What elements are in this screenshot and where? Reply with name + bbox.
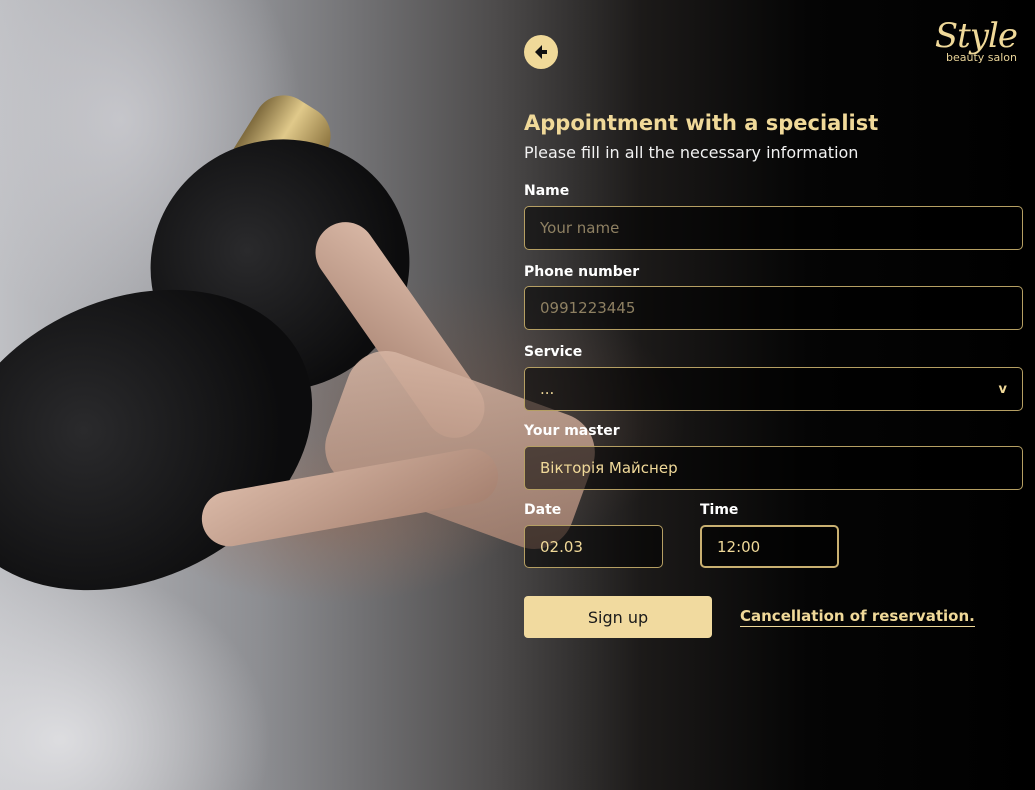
- master-label: Your master: [524, 423, 620, 439]
- cancel-reservation-link[interactable]: Cancellation of reservation.: [740, 606, 975, 627]
- time-label: Time: [700, 502, 739, 518]
- back-button[interactable]: [524, 35, 558, 69]
- time-input[interactable]: 12:00: [700, 525, 839, 568]
- name-label: Name: [524, 183, 570, 199]
- brand-logo: Style beauty salon: [934, 16, 1018, 64]
- brand-tagline: beauty salon: [945, 51, 1017, 64]
- master-input[interactable]: Вікторія Майснер: [524, 446, 1023, 490]
- service-select[interactable]: ... v: [524, 367, 1023, 411]
- service-label: Service: [524, 344, 583, 360]
- date-value: 02.03: [540, 537, 583, 556]
- page-subtitle: Please fill in all the necessary informa…: [524, 143, 859, 162]
- sign-up-button[interactable]: Sign up: [524, 596, 712, 638]
- phone-input[interactable]: 0991223445: [524, 286, 1023, 330]
- appointment-form: Appointment with a specialist Please fil…: [524, 108, 1023, 638]
- chevron-down-icon: v: [998, 381, 1007, 397]
- brand-name: Style: [934, 16, 1018, 56]
- name-placeholder: Your name: [540, 219, 620, 237]
- phone-label: Phone number: [524, 264, 640, 280]
- time-value: 12:00: [717, 537, 761, 556]
- date-label: Date: [524, 502, 562, 518]
- phone-placeholder: 0991223445: [540, 299, 636, 317]
- date-input[interactable]: 02.03: [524, 525, 663, 568]
- service-value: ...: [540, 380, 555, 398]
- name-input[interactable]: Your name: [524, 206, 1023, 250]
- master-value: Вікторія Майснер: [540, 459, 678, 477]
- page-title: Appointment with a specialist: [524, 111, 879, 135]
- back-arrow-icon: [535, 45, 547, 59]
